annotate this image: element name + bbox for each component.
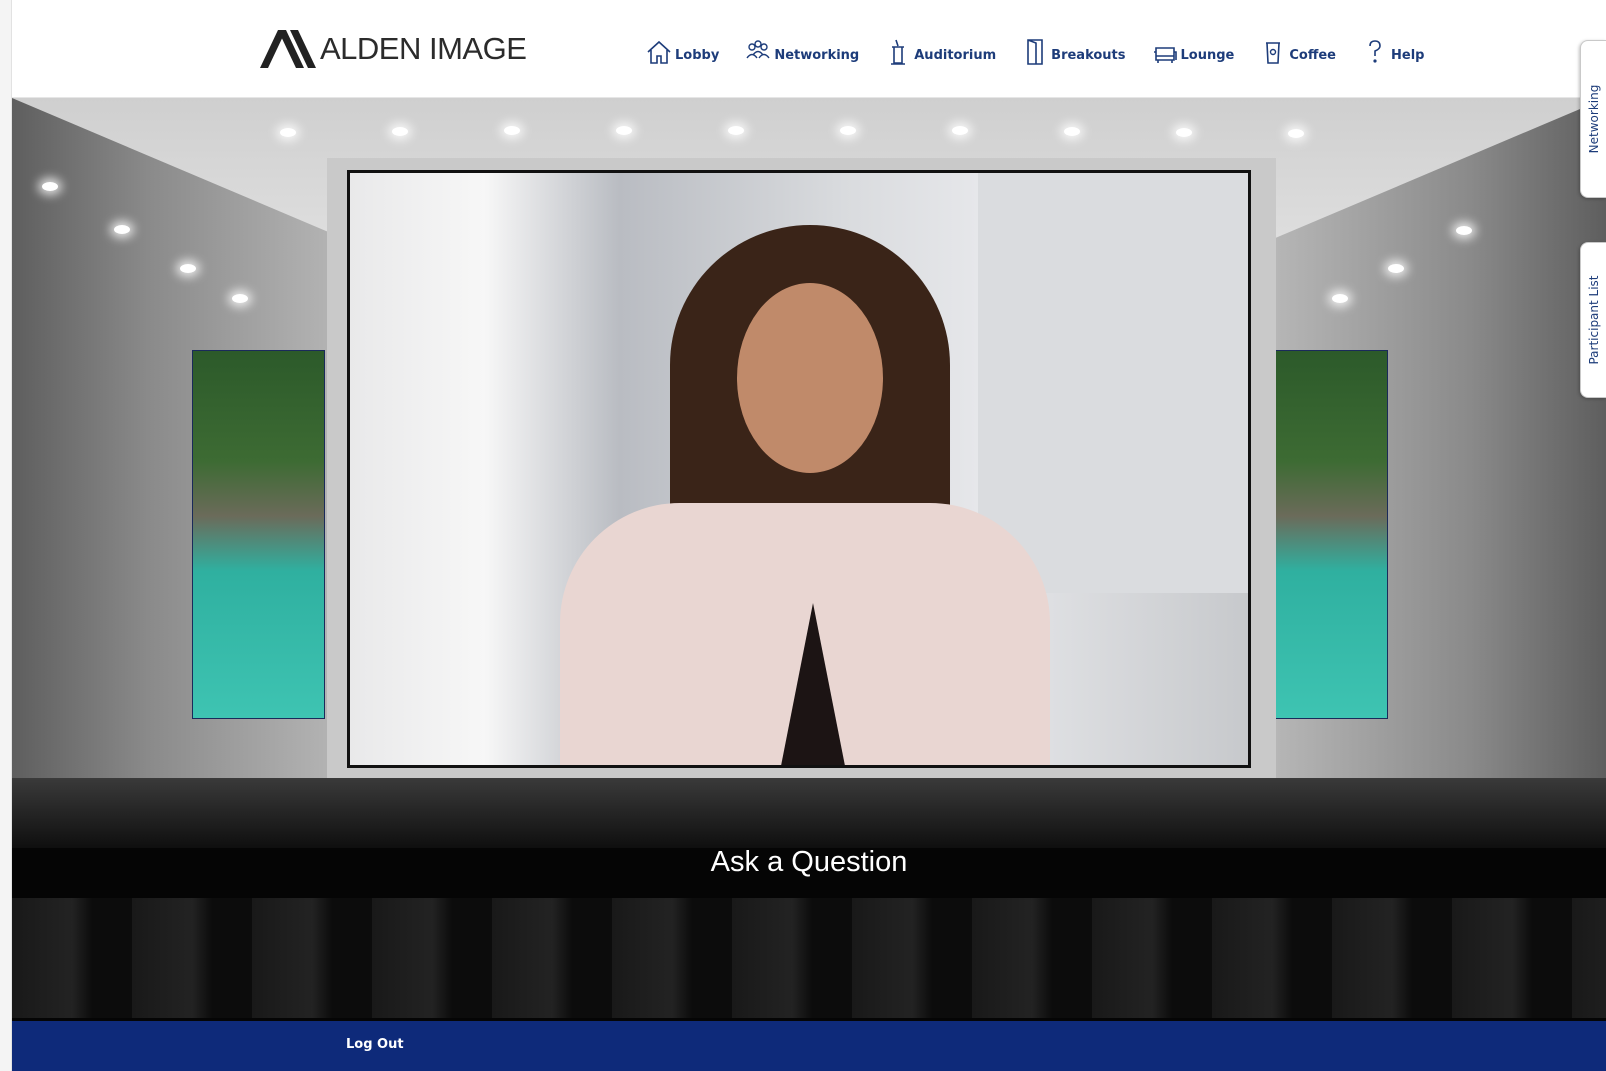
- nav-networking[interactable]: Networking: [745, 38, 859, 66]
- footer-bar: Log Out: [12, 1021, 1606, 1071]
- ask-a-question-link[interactable]: Ask a Question: [12, 846, 1606, 879]
- ceiling-light: [1176, 128, 1192, 137]
- question-icon: [1369, 40, 1381, 63]
- ceiling-light: [1332, 294, 1348, 303]
- nav-lounge[interactable]: Lounge: [1152, 38, 1235, 66]
- ceiling-light: [1388, 264, 1404, 273]
- participant-list-side-tab[interactable]: Participant List: [1580, 242, 1606, 398]
- video-building: [978, 173, 1248, 593]
- podium-icon: [891, 39, 906, 65]
- nav-breakouts-label: Breakouts: [1051, 48, 1126, 63]
- coffee-cup-icon: [1266, 42, 1281, 64]
- people-icon: [746, 40, 770, 59]
- nav-lobby[interactable]: Lobby: [646, 38, 719, 66]
- nav-breakouts[interactable]: Breakouts: [1022, 38, 1126, 66]
- alden-image-logo[interactable]: ALDEN IMAGE: [260, 30, 527, 68]
- door-icon: [1027, 39, 1043, 65]
- nav-auditorium-label: Auditorium: [914, 48, 997, 63]
- logo-mark-icon: [260, 30, 316, 68]
- nav-lobby-label: Lobby: [675, 48, 720, 63]
- nav-lounge-label: Lounge: [1180, 48, 1235, 63]
- auditorium-scene: Ask a Question: [12, 98, 1606, 1021]
- seat-row: [12, 958, 1606, 1018]
- ceiling-light: [280, 128, 296, 137]
- nav-coffee[interactable]: Coffee: [1260, 38, 1336, 66]
- sofa-icon: [1153, 47, 1177, 63]
- logout-button[interactable]: Log Out: [346, 1037, 404, 1052]
- presenter-face: [737, 283, 883, 473]
- stage-floor: [12, 778, 1606, 848]
- participant-list-side-tab-label: Participant List: [1586, 275, 1601, 365]
- ceiling-light: [840, 126, 856, 135]
- ceiling-light: [180, 264, 196, 273]
- networking-side-tab[interactable]: Networking: [1580, 40, 1606, 198]
- ceiling-light: [616, 126, 632, 135]
- networking-side-tab-label: Networking: [1586, 84, 1601, 154]
- ceiling-light: [952, 126, 968, 135]
- ceiling-light: [1456, 226, 1472, 235]
- main-navigation: Lobby Networking Auditorium Breakouts Lo…: [646, 38, 1450, 66]
- left-edge-strip: [0, 0, 12, 1071]
- logo-text: ALDEN IMAGE: [320, 31, 527, 66]
- ceiling-light: [1064, 127, 1080, 136]
- ceiling-light: [114, 225, 130, 234]
- top-header: ALDEN IMAGE Lobby Networking Auditorium: [12, 0, 1606, 98]
- seat-row: [12, 898, 1606, 958]
- ceiling-light: [504, 126, 520, 135]
- ceiling-light: [42, 182, 58, 191]
- nav-networking-label: Networking: [774, 48, 860, 63]
- nav-help-label: Help: [1391, 48, 1425, 63]
- ceiling-light: [1288, 129, 1304, 138]
- home-icon: [647, 40, 671, 64]
- ceiling-light: [232, 294, 248, 303]
- waterfall-panel-left: [192, 350, 325, 719]
- ceiling-light: [728, 126, 744, 135]
- presenter-video-screen[interactable]: [347, 170, 1251, 768]
- ceiling-light: [392, 127, 408, 136]
- nav-coffee-label: Coffee: [1289, 48, 1336, 63]
- nav-auditorium[interactable]: Auditorium: [885, 38, 996, 66]
- nav-help[interactable]: Help: [1362, 38, 1424, 66]
